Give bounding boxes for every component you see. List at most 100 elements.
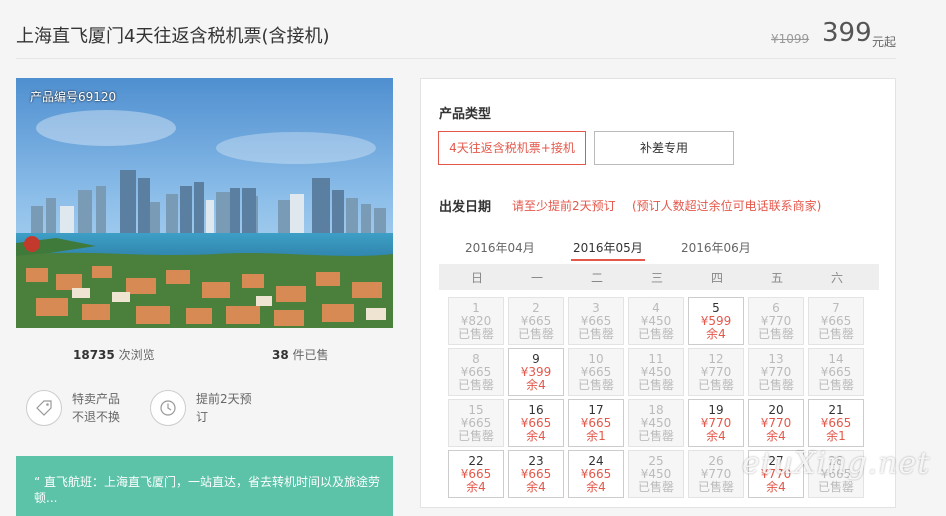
day-availability: 已售罄	[637, 480, 674, 494]
calendar-day[interactable]: 21 ¥665 余1	[808, 399, 864, 447]
weekday-label: 一	[530, 271, 543, 285]
view-count: 18735 次浏览	[73, 346, 155, 363]
calendar-day: 12 ¥770 已售罄	[688, 348, 744, 396]
day-availability: 已售罄	[577, 327, 614, 341]
day-availability: 已售罄	[637, 429, 674, 443]
weekday-label: 四	[710, 271, 723, 285]
day-availability: 余1	[586, 429, 606, 443]
calendar-day[interactable]: 22 ¥665 余4	[448, 450, 504, 498]
weekday-label: 二	[590, 271, 603, 285]
booking-panel: 产品类型 4天往返含税机票+接机 补差专用 出发日期 请至少提前2天预订 (预订…	[420, 78, 896, 508]
calendar-day: 2 ¥665 已售罄	[508, 297, 564, 345]
weekday-header: 日 一 二 三 四 五 六	[439, 264, 879, 290]
calendar-day: 10 ¥665 已售罄	[568, 348, 624, 396]
calendar-day[interactable]: 20 ¥770 余4	[748, 399, 804, 447]
tab-2016-04[interactable]: 2016年04月	[465, 239, 535, 256]
calendar-day: 15 ¥665 已售罄	[448, 399, 504, 447]
original-price: ¥1099	[771, 32, 810, 46]
day-availability: 余4	[526, 429, 546, 443]
calendar-day: 25 ¥450 已售罄	[628, 450, 684, 498]
flight-info-banner: “ 直飞航班：上海直飞厦门，一站直达，省去转机时间以及旅途劳顿...	[16, 456, 393, 516]
month-tabs: 2016年04月 2016年05月 2016年06月	[441, 237, 881, 261]
day-availability: 已售罄	[517, 327, 554, 341]
day-availability: 已售罄	[637, 327, 674, 341]
day-availability: 已售罄	[757, 327, 794, 341]
day-availability: 已售罄	[637, 378, 674, 392]
sold-count-number: 38	[272, 348, 289, 362]
calendar-day: 13 ¥770 已售罄	[748, 348, 804, 396]
day-availability: 余4	[526, 378, 546, 392]
day-availability: 已售罄	[457, 327, 494, 341]
day-availability: 余4	[766, 480, 786, 494]
weekday-label: 六	[830, 271, 843, 285]
product-stats: 18735 次浏览 38 件已售	[16, 340, 393, 370]
day-availability: 已售罄	[817, 378, 854, 392]
feature-line: 提前2天预	[196, 392, 252, 406]
city-skyline-image	[16, 78, 393, 328]
page-title: 上海直飞厦门4天往返含税机票(含接机)	[16, 26, 330, 47]
calendar-day[interactable]: 9 ¥399 余4	[508, 348, 564, 396]
page-header: 上海直飞厦门4天往返含税机票(含接机) ¥1099 399 元起	[0, 0, 946, 60]
day-availability: 已售罄	[577, 378, 614, 392]
departure-date-label: 出发日期	[439, 200, 492, 215]
product-number: 产品编号69120	[30, 90, 117, 104]
option-price-difference[interactable]: 补差专用	[594, 131, 734, 165]
header-divider	[16, 58, 896, 59]
view-count-label: 次浏览	[118, 348, 155, 362]
calendar-day[interactable]: 16 ¥665 余4	[508, 399, 564, 447]
advance-booking-note: 请至少提前2天预订	[512, 199, 616, 213]
day-availability: 余4	[706, 327, 726, 341]
sold-count: 38 件已售	[272, 346, 329, 363]
day-availability: 余4	[466, 480, 486, 494]
tag-icon	[26, 390, 62, 426]
day-availability: 已售罄	[817, 327, 854, 341]
option-airfare-plus-pickup[interactable]: 4天往返含税机票+接机	[438, 131, 586, 165]
calendar-day: 14 ¥665 已售罄	[808, 348, 864, 396]
calendar-day: 7 ¥665 已售罄	[808, 297, 864, 345]
tab-2016-05[interactable]: 2016年05月	[571, 239, 645, 261]
product-type-label: 产品类型	[439, 107, 492, 122]
calendar-day: 6 ¥770 已售罄	[748, 297, 804, 345]
flight-info-text: “ 直飞航班：上海直飞厦门，一站直达，省去转机时间以及旅途劳顿...	[34, 475, 381, 505]
day-availability: 余4	[586, 480, 606, 494]
calendar-day[interactable]: 5 ¥599 余4	[688, 297, 744, 345]
calendar-day: 11 ¥450 已售罄	[628, 348, 684, 396]
day-availability: 余4	[706, 429, 726, 443]
day-availability: 已售罄	[757, 378, 794, 392]
calendar-day: 1 ¥820 已售罄	[448, 297, 504, 345]
feature-advance-booking: 提前2天预 订	[150, 390, 252, 426]
day-availability: 余1	[826, 429, 846, 443]
view-count-number: 18735	[73, 348, 115, 362]
day-availability: 余4	[526, 480, 546, 494]
product-photo[interactable]: 产品编号69120	[16, 78, 393, 328]
weekday-label: 日	[470, 271, 483, 285]
day-availability: 余4	[766, 429, 786, 443]
clock-icon	[150, 390, 186, 426]
calendar-day: 18 ¥450 已售罄	[628, 399, 684, 447]
calendar-day[interactable]: 17 ¥665 余1	[568, 399, 624, 447]
weekday-label: 三	[650, 271, 663, 285]
day-availability: 已售罄	[457, 429, 494, 443]
current-price: 399	[822, 18, 872, 48]
feature-special-sale: 特卖产品 不退不换	[26, 390, 120, 426]
weekday-label: 五	[770, 271, 783, 285]
calendar-day: 26 ¥770 已售罄	[688, 450, 744, 498]
calendar-day[interactable]: 24 ¥665 余4	[568, 450, 624, 498]
sold-count-label: 件已售	[292, 348, 329, 362]
feature-line: 不退不换	[72, 410, 121, 424]
calendar-day: 4 ¥450 已售罄	[628, 297, 684, 345]
calendar-day: 8 ¥665 已售罄	[448, 348, 504, 396]
watermark: etuXing.net	[742, 446, 931, 481]
price-unit: 元起	[872, 35, 897, 49]
calendar-day[interactable]: 19 ¥770 余4	[688, 399, 744, 447]
product-features: 特卖产品 不退不换 提前2天预 订	[16, 390, 393, 440]
feature-line: 特卖产品	[72, 392, 121, 406]
day-availability: 已售罄	[697, 480, 734, 494]
feature-line: 订	[196, 410, 209, 424]
day-availability: 已售罄	[697, 378, 734, 392]
calendar-day: 3 ¥665 已售罄	[568, 297, 624, 345]
tab-2016-06[interactable]: 2016年06月	[681, 239, 751, 256]
day-availability: 已售罄	[817, 480, 854, 494]
seat-limit-note: (预订人数超过余位可电话联系商家)	[632, 199, 822, 213]
calendar-day[interactable]: 23 ¥665 余4	[508, 450, 564, 498]
